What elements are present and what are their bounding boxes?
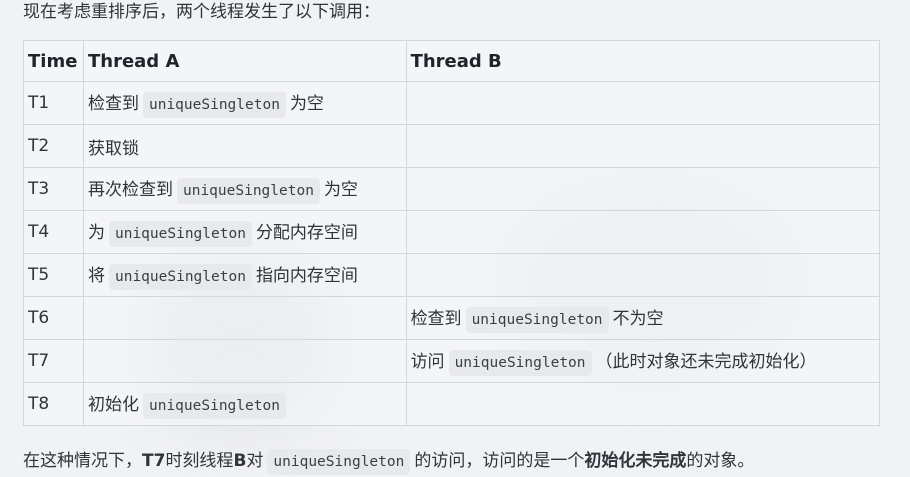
thread-a-cell: 检查到 uniqueSingleton 为空 <box>82 81 407 125</box>
thread-a-cell: 初始化 uniqueSingleton <box>82 382 407 426</box>
inline-code: uniqueSingleton <box>267 449 411 475</box>
thread-b-cell <box>405 81 881 125</box>
inline-code: uniqueSingleton <box>108 263 252 290</box>
table-row: T6 检查到 uniqueSingleton 不为空 <box>23 296 881 340</box>
cell-text: 指向内存空间 <box>255 265 358 286</box>
thread-b-cell <box>405 167 881 211</box>
table-body: T1 检查到 uniqueSingleton 为空 T2 获取锁 T3 再次检查到 unique… <box>23 81 881 426</box>
table-header-row: Time Thread A Thread B <box>23 40 881 82</box>
thread-b-cell <box>405 382 881 426</box>
conclusion-part: 的对象。 <box>686 451 755 471</box>
time-cell: T5 <box>23 253 84 297</box>
time-cell: T1 <box>23 81 84 125</box>
cell-text: 检查到 <box>87 93 139 114</box>
cell-text: 分配内存空间 <box>255 222 358 243</box>
table-row: T2 获取锁 <box>23 124 881 168</box>
header-thread-b: Thread B <box>405 40 881 82</box>
header-thread-a: Thread A <box>82 40 407 82</box>
inline-code: uniqueSingleton <box>108 220 252 247</box>
thread-a-cell: 为 uniqueSingleton 分配内存空间 <box>82 210 407 254</box>
thread-a-cell: 再次检查到 uniqueSingleton 为空 <box>82 167 407 211</box>
thread-b-cell: 检查到 uniqueSingleton 不为空 <box>405 296 881 340</box>
thread-timeline-table: Time Thread A Thread B T1 检查到 uniqueSingle… <box>23 40 881 426</box>
cell-text: 再次检查到 <box>87 179 173 200</box>
inline-code: uniqueSingleton <box>176 177 320 204</box>
table-row: T4 为 uniqueSingleton 分配内存空间 <box>23 210 881 254</box>
table-row: T8 初始化 uniqueSingleton <box>23 382 881 426</box>
intro-text: 现在考虑重排序后，两个线程发生了以下调用： <box>23 2 380 22</box>
conclusion-thread: B <box>233 451 247 471</box>
conclusion-part: 的访问，访问的是一个 <box>414 451 585 471</box>
cell-text: （此时对象还未完成初始化） <box>595 351 817 372</box>
cell-text: 初始化 <box>87 394 139 415</box>
cell-text: 获取锁 <box>87 138 139 159</box>
cell-text: 检查到 <box>410 308 462 329</box>
inline-code: uniqueSingleton <box>465 306 609 333</box>
table-row: T1 检查到 uniqueSingleton 为空 <box>23 81 881 125</box>
thread-a-cell <box>82 339 407 383</box>
thread-b-cell <box>405 253 881 297</box>
cell-text: 访问 <box>410 351 445 372</box>
time-cell: T8 <box>23 382 84 426</box>
thread-a-cell <box>82 296 407 340</box>
cell-text: 不为空 <box>612 308 664 329</box>
thread-a-cell: 获取锁 <box>82 124 407 168</box>
conclusion-emphasis: 初始化未完成 <box>584 451 687 471</box>
cell-text: 为 <box>87 222 105 243</box>
time-cell: T7 <box>23 339 84 383</box>
conclusion-text: 在这种情况下，T7时刻线程B对 uniqueSingleton 的访问，访问的是一个… <box>23 446 754 476</box>
inline-code: uniqueSingleton <box>142 91 286 118</box>
header-time: Time <box>23 40 84 82</box>
inline-code: uniqueSingleton <box>142 392 286 419</box>
time-cell: T4 <box>23 210 84 254</box>
thread-b-cell: 访问 uniqueSingleton （此时对象还未完成初始化） <box>405 339 881 383</box>
time-cell: T2 <box>23 124 84 168</box>
inline-code: uniqueSingleton <box>448 349 592 376</box>
time-cell: T6 <box>23 296 84 340</box>
cell-text: 为空 <box>323 179 358 200</box>
conclusion-part: 在这种情况下， <box>23 451 142 471</box>
conclusion-part: 时刻线程 <box>165 451 234 471</box>
thread-b-cell <box>405 210 881 254</box>
conclusion-time: T7 <box>142 451 166 471</box>
conclusion-part: 对 <box>246 451 264 471</box>
table-row: T7 访问 uniqueSingleton （此时对象还未完成初始化） <box>23 339 881 383</box>
thread-a-cell: 将 uniqueSingleton 指向内存空间 <box>82 253 407 297</box>
time-cell: T3 <box>23 167 84 211</box>
table-row: T3 再次检查到 uniqueSingleton 为空 <box>23 167 881 211</box>
table-row: T5 将 uniqueSingleton 指向内存空间 <box>23 253 881 297</box>
cell-text: 为空 <box>289 93 324 114</box>
thread-b-cell <box>405 124 881 168</box>
cell-text: 将 <box>87 265 105 286</box>
